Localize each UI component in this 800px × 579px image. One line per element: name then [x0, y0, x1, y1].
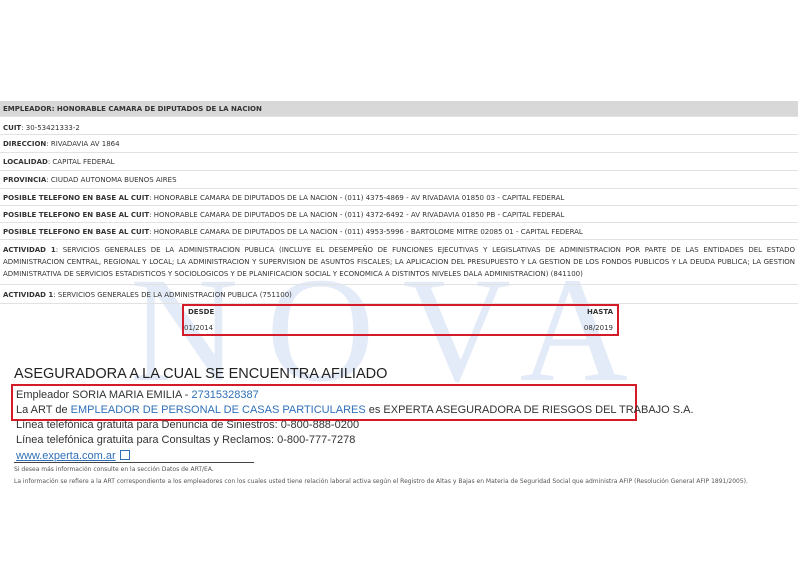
actividad-1-row: ACTIVIDAD 1: SERVICIOS GENERALES DE LA A…: [0, 240, 798, 285]
consultas-line: Línea telefónica gratuita para Consultas…: [16, 434, 356, 446]
note-legal: La información se refiere a la ART corre…: [14, 478, 748, 485]
cuit-value: 30-53421333-2: [25, 124, 80, 132]
website-line: www.experta.com.ar: [16, 449, 130, 462]
employer-header: EMPLEADOR: HONORABLE CAMARA DE DIPUTADOS…: [0, 101, 798, 117]
art-prefix: La ART de: [16, 404, 71, 416]
cuit-label: CUIT: [3, 124, 22, 132]
localidad-row: LOCALIDAD: CAPITAL FEDERAL: [0, 153, 798, 171]
phone-value: HONORABLE CAMARA DE DIPUTADOS DE LA NACI…: [153, 228, 583, 236]
desde-label: DESDE: [188, 308, 215, 316]
phone-label: POSIBLE TELEFONO EN BASE AL CUIT: [3, 211, 150, 219]
divider: [14, 462, 254, 463]
empleador-cuit-link[interactable]: 27315328387: [191, 389, 258, 401]
hasta-value: 08/2019: [583, 324, 613, 332]
art-suffix: es EXPERTA ASEGURADORA DE RIESGOS DEL TR…: [365, 404, 694, 416]
actividad-value: SERVICIOS GENERALES DE LA ADMINISTRACION…: [57, 291, 292, 299]
art-line: La ART de EMPLEADOR DE PERSONAL DE CASAS…: [16, 404, 694, 416]
employer-table: EMPLEADOR: HONORABLE CAMARA DE DIPUTADOS…: [0, 101, 798, 304]
phone-label: POSIBLE TELEFONO EN BASE AL CUIT: [3, 194, 150, 202]
external-link-icon[interactable]: [119, 450, 130, 460]
phone-value: HONORABLE CAMARA DE DIPUTADOS DE LA NACI…: [153, 211, 565, 219]
desde-value: 01/2014: [184, 324, 214, 332]
empleador-text: Empleador SORIA MARIA EMILIA -: [16, 389, 192, 401]
actividad-value: SERVICIOS GENERALES DE LA ADMINISTRACION…: [3, 246, 795, 278]
siniestros-line: Línea telefónica gratuita para Denuncia …: [16, 419, 360, 431]
website-link[interactable]: www.experta.com.ar: [16, 450, 116, 462]
phone-value: HONORABLE CAMARA DE DIPUTADOS DE LA NACI…: [153, 194, 565, 202]
art-employer-type-link[interactable]: EMPLEADOR DE PERSONAL DE CASAS PARTICULA…: [71, 404, 366, 416]
provincia-value: CIUDAD AUTONOMA BUENOS AIRES: [50, 176, 177, 184]
hasta-label: HASTA: [587, 308, 613, 316]
empleador-line: Empleador SORIA MARIA EMILIA - 273153283…: [16, 389, 259, 401]
phone-label: POSIBLE TELEFONO EN BASE AL CUIT: [3, 228, 150, 236]
provincia-label: PROVINCIA: [3, 176, 47, 184]
phone-row: POSIBLE TELEFONO EN BASE AL CUIT: HONORA…: [0, 206, 798, 223]
actividad-label: ACTIVIDAD 1: [3, 291, 54, 299]
cuit-row: CUIT: 30-53421333-2: [0, 117, 798, 135]
section-title: ASEGURADORA A LA CUAL SE ENCUENTRA AFILI…: [14, 366, 388, 382]
localidad-label: LOCALIDAD: [3, 158, 48, 166]
direccion-value: RIVADAVIA AV 1864: [50, 140, 120, 148]
localidad-value: CAPITAL FEDERAL: [52, 158, 115, 166]
actividad-label: ACTIVIDAD 1: [3, 246, 56, 254]
direccion-row: DIRECCION: RIVADAVIA AV 1864: [0, 135, 798, 153]
period-box: DESDE HASTA 01/2014 08/2019: [182, 304, 619, 336]
provincia-row: PROVINCIA: CIUDAD AUTONOMA BUENOS AIRES: [0, 171, 798, 189]
phone-row: POSIBLE TELEFONO EN BASE AL CUIT: HONORA…: [0, 189, 798, 206]
direccion-label: DIRECCION: [3, 140, 47, 148]
note-more-info: Si desea más información consulte en la …: [14, 466, 214, 473]
phone-row: POSIBLE TELEFONO EN BASE AL CUIT: HONORA…: [0, 223, 798, 240]
actividad-2-row: ACTIVIDAD 1: SERVICIOS GENERALES DE LA A…: [0, 285, 798, 304]
